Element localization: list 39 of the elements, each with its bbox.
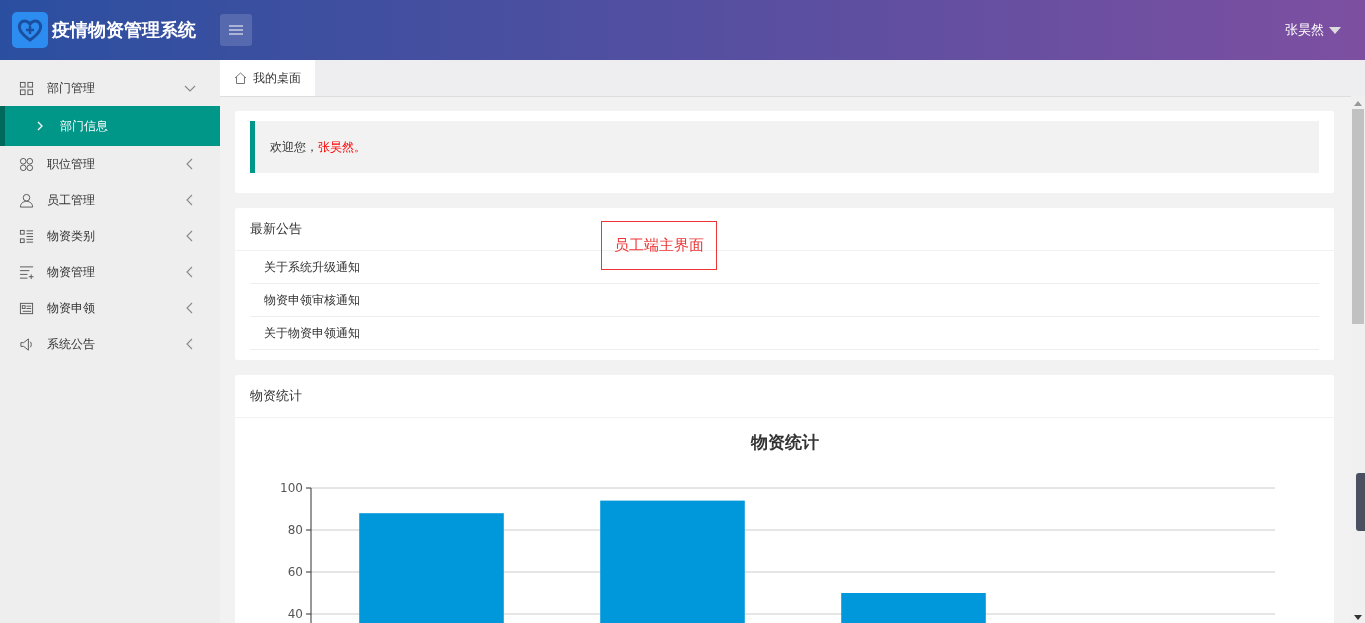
list-icon <box>19 264 34 280</box>
home-icon <box>234 72 247 84</box>
sidebar-item[interactable]: 部门管理 <box>0 70 220 106</box>
level-meter-widget <box>1356 473 1365 531</box>
annotation-label: 员工端主界面 <box>601 221 717 270</box>
menu-icon <box>229 25 243 35</box>
sidebar-item[interactable]: 职位管理 <box>0 146 220 182</box>
clover-icon <box>19 156 34 172</box>
scroll-down-icon <box>1354 615 1362 620</box>
axis-tick-label: 60 <box>287 565 303 579</box>
speaker-icon <box>19 336 34 352</box>
heart-logo-icon <box>12 12 48 48</box>
chart-title: 物资统计 <box>750 432 819 452</box>
axis-tick-label: 100 <box>280 481 303 495</box>
notice-link[interactable]: 关于物资申领通知 <box>250 317 1319 350</box>
sidebar-item[interactable]: 系统公告 <box>0 326 220 362</box>
card-icon <box>19 300 34 316</box>
tab[interactable]: 我的桌面 <box>220 60 315 96</box>
person-icon <box>19 192 34 208</box>
card-title: 物资统计 <box>235 375 1334 418</box>
app-title: 疫情物资管理系统 <box>52 18 196 42</box>
grid-icon <box>19 80 34 96</box>
notice-link[interactable]: 关于系统升级通知 <box>250 251 1319 284</box>
user-name: 张昊然。 <box>318 138 366 156</box>
sidebar-item[interactable]: 员工管理 <box>0 182 220 218</box>
notice-link[interactable]: 物资申领审核通知 <box>250 284 1319 317</box>
caret-icon <box>1329 26 1341 34</box>
axis-tick-label: 80 <box>287 523 303 537</box>
sidebar-item[interactable]: 物资类别 <box>0 218 220 254</box>
list-icon <box>19 228 34 244</box>
chevron-icon <box>36 121 44 131</box>
sidebar-subitem[interactable]: 部门信息 <box>0 106 220 146</box>
menu-toggle-button[interactable] <box>220 14 252 46</box>
sidebar-item[interactable]: 物资管理 <box>0 254 220 290</box>
scroll-up-icon <box>1354 101 1362 106</box>
user-menu[interactable]: 张昊然 <box>1279 20 1347 40</box>
sidebar-item[interactable]: 物资申领 <box>0 290 220 326</box>
welcome-text: 欢迎您， <box>270 138 318 156</box>
axis-tick-label: 40 <box>287 607 303 621</box>
